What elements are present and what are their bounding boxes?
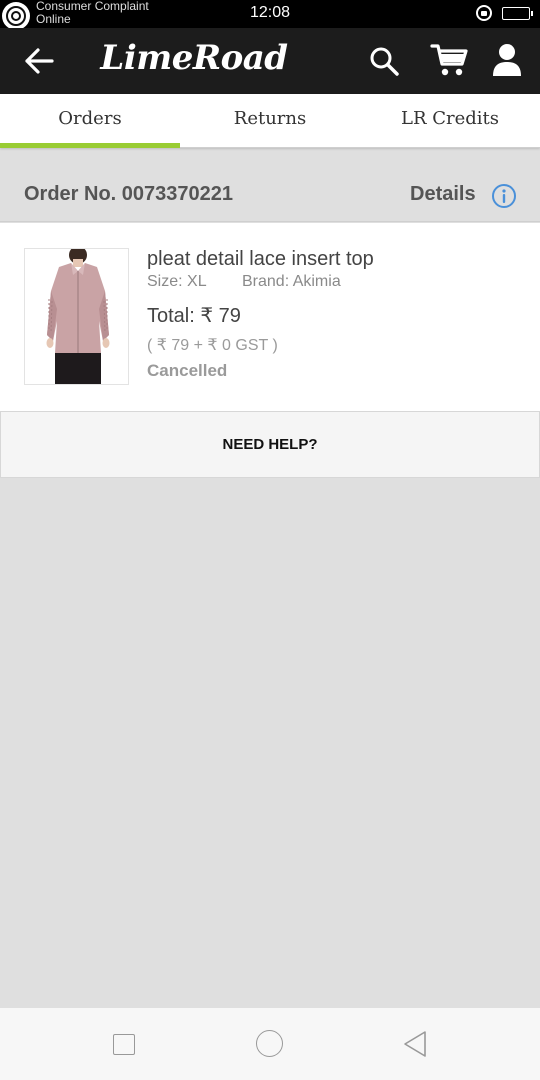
order-header: Order No. 0073370221 Details [0,168,540,222]
nav-recent-icon[interactable] [113,1034,135,1055]
product-name[interactable]: pleat detail lace insert top [147,248,527,271]
status-bar: Consumer Complaint Online 12:08 [0,0,540,30]
app-bar: LimeRoad [0,28,540,94]
cart-icon[interactable] [430,42,468,78]
details-link[interactable]: Details [410,183,476,206]
app-logo: LimeRoad [100,38,288,78]
product-image[interactable] [24,248,129,385]
order-item-card: pleat detail lace insert top Size: XL Br… [0,223,540,411]
status-time: 12:08 [249,4,291,21]
tab-orders[interactable]: Orders [0,94,180,148]
need-help-button[interactable]: NEED HELP? [0,411,540,478]
nav-home-icon[interactable] [256,1030,283,1057]
rotation-lock-icon [476,5,492,21]
tab-bar: Orders Returns LR Credits [0,94,540,148]
nav-back-icon[interactable] [402,1030,428,1058]
order-number: Order No. 0073370221 [24,183,234,205]
order-status: Cancelled [147,361,228,380]
system-nav-bar [0,1008,540,1080]
battery-icon [502,7,533,20]
search-icon[interactable] [368,45,400,77]
info-icon[interactable] [491,183,517,209]
tab-lr-credits[interactable]: LR Credits [360,94,540,148]
product-total: Total: ₹ 79 [147,305,241,327]
product-brand: Brand: Akimia [242,273,341,290]
user-icon[interactable] [490,42,524,78]
product-size: Size: XL [147,273,207,290]
tab-returns[interactable]: Returns [180,94,360,148]
price-breakup: ( ₹ 79 + ₹ 0 GST ) [147,337,278,354]
